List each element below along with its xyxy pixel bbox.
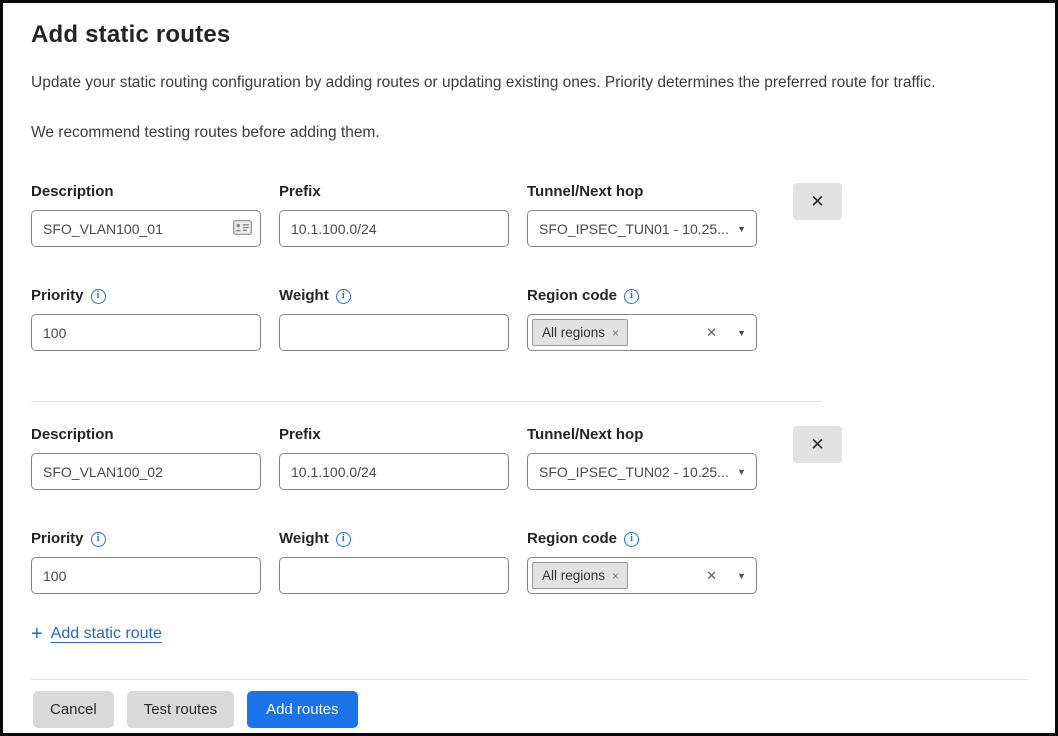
prefix-field-group: Prefix xyxy=(279,426,509,490)
weight-label: Weight xyxy=(279,287,329,305)
region-chip-label: All regions xyxy=(542,325,605,340)
tunnel-label: Tunnel/Next hop xyxy=(527,426,757,444)
info-icon[interactable]: i xyxy=(624,289,639,304)
priority-label: Priority xyxy=(31,530,84,548)
region-multiselect[interactable]: All regions × ✕ ▼ xyxy=(527,557,757,594)
weight-field-group: Weight i xyxy=(279,287,509,351)
info-icon[interactable]: i xyxy=(336,289,351,304)
add-static-route-link[interactable]: Add static route xyxy=(51,625,162,643)
add-static-routes-dialog: Add static routes Update your static rou… xyxy=(0,0,1058,736)
weight-input[interactable] xyxy=(279,557,509,594)
weight-input[interactable] xyxy=(279,314,509,351)
region-field-group: Region code i All regions × ✕ ▼ xyxy=(527,530,757,594)
description-input[interactable] xyxy=(31,453,261,490)
region-chip: All regions × xyxy=(532,562,628,589)
page-title: Add static routes xyxy=(31,19,1029,51)
remove-route-button[interactable]: ✕ xyxy=(793,183,842,220)
clear-selection-icon[interactable]: ✕ xyxy=(706,325,717,341)
priority-label: Priority xyxy=(31,287,84,305)
description-field-group: Description xyxy=(31,183,261,247)
info-icon[interactable]: i xyxy=(91,289,106,304)
priority-field-group: Priority i xyxy=(31,287,261,351)
chevron-down-icon: ▼ xyxy=(737,328,746,338)
chevron-down-icon: ▼ xyxy=(737,467,746,477)
region-multiselect[interactable]: All regions × ✕ ▼ xyxy=(527,314,757,351)
region-code-label: Region code xyxy=(527,530,617,548)
chevron-down-icon: ▼ xyxy=(737,571,746,581)
priority-input[interactable] xyxy=(31,557,261,594)
plus-icon: + xyxy=(31,625,43,643)
prefix-input[interactable] xyxy=(279,210,509,247)
tunnel-select[interactable]: SFO_IPSEC_TUN01 - 10.25... ▼ xyxy=(527,210,757,247)
region-field-group: Region code i All regions × ✕ ▼ xyxy=(527,287,757,351)
route-row-1: Description xyxy=(31,183,1029,351)
prefix-field-group: Prefix xyxy=(279,183,509,247)
chip-remove-icon[interactable]: × xyxy=(612,570,619,582)
priority-field-group: Priority i xyxy=(31,530,261,594)
add-routes-button[interactable]: Add routes xyxy=(247,691,358,728)
priority-input[interactable] xyxy=(31,314,261,351)
chip-remove-icon[interactable]: × xyxy=(612,327,619,339)
description-field-group: Description xyxy=(31,426,261,490)
tunnel-field-group: Tunnel/Next hop SFO_IPSEC_TUN01 - 10.25.… xyxy=(527,183,757,247)
chevron-down-icon: ▼ xyxy=(737,224,746,234)
tunnel-selected-value: SFO_IPSEC_TUN01 - 10.25... xyxy=(539,221,729,237)
tunnel-select[interactable]: SFO_IPSEC_TUN02 - 10.25... ▼ xyxy=(527,453,757,490)
prefix-label: Prefix xyxy=(279,183,509,201)
weight-label: Weight xyxy=(279,530,329,548)
dialog-note-text: We recommend testing routes before addin… xyxy=(31,123,1029,143)
footer-actions: Cancel Test routes Add routes xyxy=(33,691,1055,728)
description-label: Description xyxy=(31,183,261,201)
close-icon: ✕ xyxy=(810,435,824,455)
clear-selection-icon[interactable]: ✕ xyxy=(706,568,717,584)
info-icon[interactable]: i xyxy=(336,532,351,547)
route-divider xyxy=(31,401,821,402)
dialog-intro-text: Update your static routing configuration… xyxy=(31,73,1029,93)
tunnel-selected-value: SFO_IPSEC_TUN02 - 10.25... xyxy=(539,464,729,480)
info-icon[interactable]: i xyxy=(91,532,106,547)
info-icon[interactable]: i xyxy=(624,532,639,547)
region-chip-label: All regions xyxy=(542,568,605,583)
close-icon: ✕ xyxy=(810,192,824,212)
tunnel-label: Tunnel/Next hop xyxy=(527,183,757,201)
remove-route-button[interactable]: ✕ xyxy=(793,426,842,463)
description-input[interactable] xyxy=(31,210,261,247)
test-routes-button[interactable]: Test routes xyxy=(127,691,234,728)
prefix-label: Prefix xyxy=(279,426,509,444)
tunnel-field-group: Tunnel/Next hop SFO_IPSEC_TUN02 - 10.25.… xyxy=(527,426,757,490)
route-row-2: Description Prefix Tunnel/Next hop SFO_I… xyxy=(31,426,1029,594)
weight-field-group: Weight i xyxy=(279,530,509,594)
region-code-label: Region code xyxy=(527,287,617,305)
description-label: Description xyxy=(31,426,261,444)
prefix-input[interactable] xyxy=(279,453,509,490)
region-chip: All regions × xyxy=(532,319,628,346)
footer-divider xyxy=(31,679,1029,680)
cancel-button[interactable]: Cancel xyxy=(33,691,114,728)
